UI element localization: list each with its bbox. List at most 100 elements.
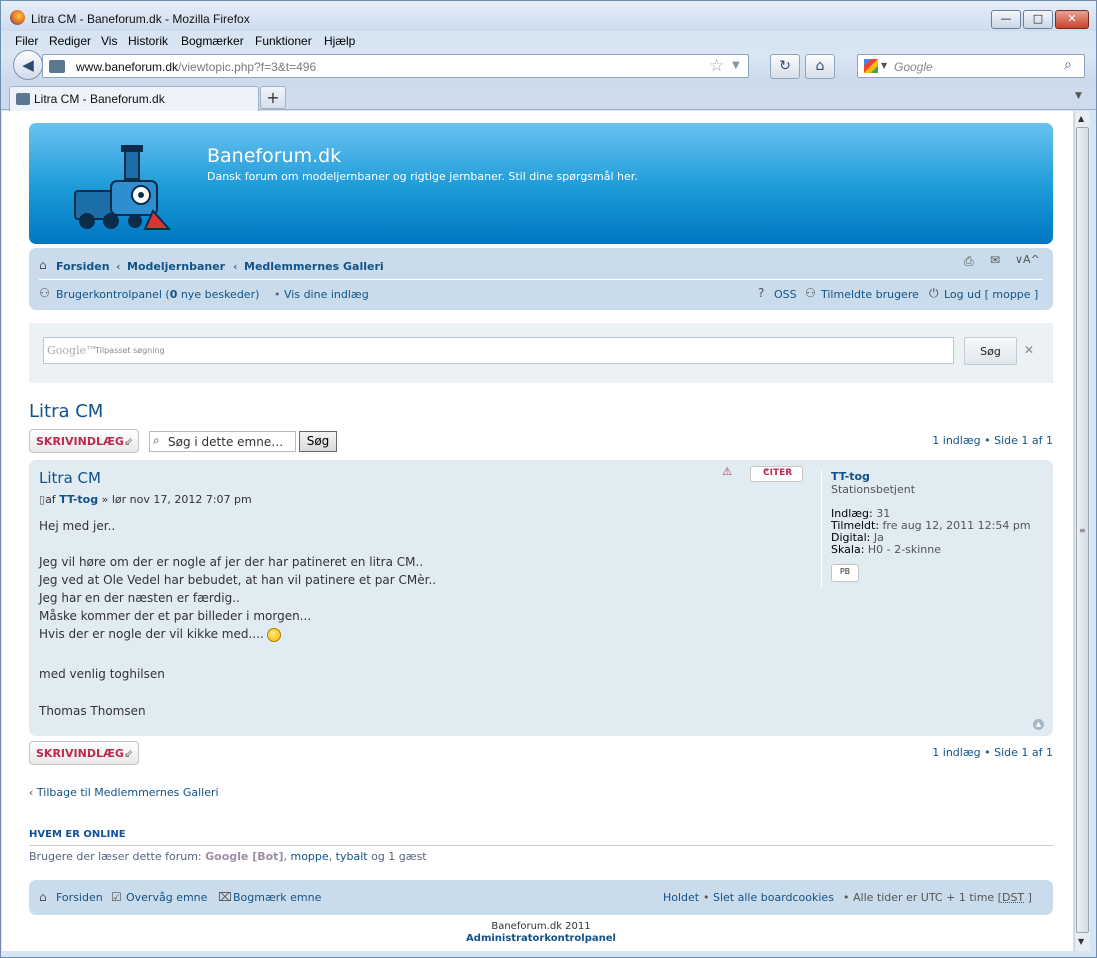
tab-favicon-icon bbox=[16, 93, 30, 105]
google-brand: Google™ bbox=[47, 344, 98, 357]
post-signature: Thomas Thomsen bbox=[39, 704, 146, 718]
scroll-up-icon[interactable]: ▲ bbox=[1078, 114, 1084, 123]
search-icon[interactable]: ⌕ bbox=[1064, 57, 1072, 73]
faq-icon: ? bbox=[758, 286, 765, 300]
bookmark-star-icon[interactable]: ☆ bbox=[709, 56, 724, 76]
delete-cookies-link[interactable]: Slet alle boardcookies bbox=[713, 891, 834, 904]
admin-panel-link[interactable]: Administratorkontrolpanel bbox=[29, 933, 1053, 944]
online-users: Brugere der læser dette forum: Google [B… bbox=[29, 850, 427, 863]
watch-checkbox-icon[interactable]: ☑ bbox=[111, 890, 122, 904]
footer-home-link[interactable]: Forsiden bbox=[56, 891, 103, 904]
quote-button[interactable]: “CITER bbox=[750, 466, 803, 482]
home-small-icon: ⌂ bbox=[39, 890, 47, 904]
who-is-online-heading: HVEM ER ONLINE bbox=[29, 829, 126, 840]
menu-edit[interactable]: Rediger bbox=[49, 34, 91, 48]
timezone-text: • Alle tider er UTC + 1 time [DST ] bbox=[843, 891, 1032, 904]
title-bar: Litra CM - Baneforum.dk - Mozilla Firefo… bbox=[1, 1, 1096, 31]
author-profile: TT-tog Stationsbetjent Indlæg: 31 Tilmel… bbox=[821, 470, 1046, 588]
navigation-panel: ⌂ Forsiden ‹ Modeljernbaner ‹ Medlemmern… bbox=[29, 248, 1053, 310]
train-logo-icon[interactable] bbox=[67, 141, 173, 233]
tab-active[interactable]: Litra CM - Baneforum.dk bbox=[9, 86, 259, 111]
back-to-forum-link[interactable]: ‹ Tilbage til Medlemmernes Galleri bbox=[29, 786, 219, 799]
breadcrumb-forum[interactable]: Medlemmernes Galleri bbox=[244, 260, 384, 273]
team-link[interactable]: Holdet bbox=[663, 891, 699, 904]
google-engine-icon[interactable] bbox=[864, 59, 878, 73]
divider bbox=[39, 279, 1043, 280]
topic-title[interactable]: Litra CM bbox=[29, 401, 103, 422]
post-title[interactable]: Litra CM bbox=[39, 469, 101, 487]
google-search-input[interactable]: Google™ Tilpasset søgning bbox=[43, 337, 954, 364]
tab-list-icon[interactable]: ▼ bbox=[1075, 91, 1082, 101]
faq-link[interactable]: OSS bbox=[774, 288, 797, 301]
breadcrumb-category[interactable]: Modeljernbaner bbox=[127, 260, 225, 273]
post-line: Jeg ved at Ole Vedel har bebudet, at han… bbox=[39, 573, 437, 587]
own-posts-link[interactable]: Vis dine indlæg bbox=[284, 288, 369, 301]
url-bar[interactable]: www.baneforum.dk/viewtopic.php?f=3&t=496… bbox=[42, 54, 749, 78]
topic-search-button[interactable]: Søg bbox=[299, 431, 337, 452]
pagination-info: 1 indlæg • Side 1 af 1 bbox=[932, 434, 1053, 447]
close-button[interactable]: ✕ bbox=[1055, 10, 1089, 29]
smiley-icon bbox=[266, 627, 281, 642]
private-message-button[interactable]: PB bbox=[831, 564, 859, 582]
search-placeholder: Google bbox=[894, 60, 933, 74]
email-icon[interactable]: ✉ bbox=[990, 253, 1000, 267]
menu-bar: Filer Rediger Vis Historik Bogmærker Fun… bbox=[1, 32, 1096, 51]
logout-icon: ⏻ bbox=[929, 286, 939, 300]
minimize-button[interactable]: — bbox=[991, 10, 1021, 29]
google-search-placeholder: Tilpasset søgning bbox=[95, 346, 165, 355]
google-search-button[interactable]: Søg bbox=[964, 337, 1017, 365]
bookmark-topic-link[interactable]: Bogmærk emne bbox=[233, 891, 321, 904]
post-reply-button[interactable]: SKRIVINDLÆG ⇙ bbox=[29, 429, 139, 453]
online-user-moppe[interactable]: moppe bbox=[290, 850, 328, 863]
vertical-scrollbar[interactable]: ▲ ≡ ▼ bbox=[1074, 111, 1090, 951]
scrollbar-thumb[interactable]: ≡ bbox=[1076, 127, 1089, 933]
menu-bookmarks[interactable]: Bogmærker bbox=[181, 34, 244, 48]
menu-file[interactable]: Filer bbox=[15, 34, 38, 48]
search-bar[interactable]: ▼ Google ⌕ bbox=[857, 54, 1085, 78]
back-to-top-icon[interactable]: ▲ bbox=[1033, 719, 1044, 730]
site-description: Dansk forum om modeljernbaner og rigtige… bbox=[207, 170, 638, 183]
post-reply-button-bottom[interactable]: SKRIVINDLÆG ⇙ bbox=[29, 741, 139, 765]
reply-arrow-icon: ⇙ bbox=[124, 435, 134, 448]
url-dropdown-icon[interactable]: ▼ bbox=[732, 60, 740, 71]
post-author-link[interactable]: TT-tog bbox=[59, 493, 98, 506]
breadcrumb-sep-2: ‹ bbox=[233, 260, 238, 273]
clear-search-icon[interactable]: ✕ bbox=[1024, 343, 1034, 357]
menu-view[interactable]: Vis bbox=[101, 34, 117, 48]
home-button[interactable]: ⌂ bbox=[805, 54, 835, 79]
divider bbox=[29, 845, 1053, 846]
print-icon[interactable]: ⎙ bbox=[964, 254, 974, 269]
topic-search-input[interactable]: ⌕ Søg i dette emne… bbox=[149, 431, 296, 452]
scroll-down-icon[interactable]: ▼ bbox=[1078, 937, 1084, 946]
plus-icon: + bbox=[266, 88, 280, 107]
chevron-left-icon: ‹ bbox=[29, 786, 37, 799]
new-tab-button[interactable]: + bbox=[260, 86, 286, 109]
menu-help[interactable]: Hjælp bbox=[324, 34, 355, 48]
menu-tools[interactable]: Funktioner bbox=[255, 34, 312, 48]
post-line: Jeg har en der næsten er færdig.. bbox=[39, 591, 240, 605]
ucp-link[interactable]: Brugerkontrolpanel (0 nye beskeder) bbox=[56, 288, 259, 301]
watch-topic-link[interactable]: Overvåg emne bbox=[126, 891, 207, 904]
engine-dropdown-icon[interactable]: ▼ bbox=[881, 61, 887, 70]
bullet: • bbox=[703, 891, 710, 904]
breadcrumb-home[interactable]: Forsiden bbox=[56, 260, 110, 273]
reload-button[interactable]: ↻ bbox=[770, 54, 800, 79]
search-icon: ⌕ bbox=[153, 433, 160, 447]
site-name: Baneforum.dk bbox=[207, 145, 342, 167]
menu-history[interactable]: Historik bbox=[128, 34, 168, 48]
url-text: www.baneforum.dk/viewtopic.php?f=3&t=496 bbox=[76, 60, 317, 74]
font-size-icon[interactable]: ∨A^ bbox=[1015, 253, 1040, 266]
back-button[interactable]: ◀ bbox=[13, 50, 43, 80]
logout-link[interactable]: Log ud [ moppe ] bbox=[944, 288, 1038, 301]
close-icon: ✕ bbox=[1067, 12, 1077, 25]
members-link[interactable]: Tilmeldte brugere bbox=[821, 288, 919, 301]
report-icon[interactable]: ⚠ bbox=[718, 465, 736, 481]
footer-navigation: ⌂ Forsiden ☑ Overvåg emne ⌧ Bogmærk emne… bbox=[29, 880, 1053, 915]
online-user-tybalt[interactable]: tybalt bbox=[336, 850, 368, 863]
post-line: med venlig toghilsen bbox=[39, 667, 165, 681]
grip-icon: ≡ bbox=[1079, 526, 1086, 535]
profile-name-link[interactable]: TT-tog bbox=[831, 470, 870, 483]
post-line-with-smiley: Hvis der er nogle der vil kikke med.... bbox=[39, 627, 281, 642]
maximize-icon: □ bbox=[1032, 12, 1044, 25]
maximize-button[interactable]: □ bbox=[1023, 10, 1053, 29]
